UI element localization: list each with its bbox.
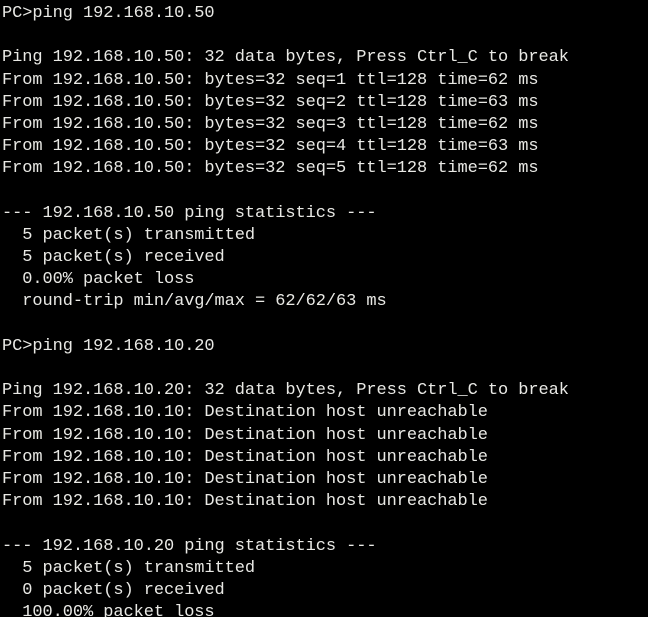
terminal-statistics-line: 5 packet(s) transmitted (2, 558, 256, 578)
terminal-reply-line: From 192.168.10.50: bytes=32 seq=3 ttl=1… (2, 114, 539, 134)
terminal-statistics-header: --- 192.168.10.50 ping statistics --- (2, 203, 377, 223)
terminal-ping-header-line: Ping 192.168.10.50: 32 data bytes, Press… (2, 48, 569, 68)
terminal-prompt-line: PC>ping 192.168.10.50 (2, 4, 215, 23)
terminal-reply-line: From 192.168.10.10: Destination host unr… (2, 469, 488, 489)
terminal-reply-line: From 192.168.10.50: bytes=32 seq=5 ttl=1… (2, 159, 539, 179)
terminal-statistics-header: --- 192.168.10.20 ping statistics --- (2, 536, 377, 556)
terminal-reply-line: From 192.168.10.10: Destination host unr… (2, 425, 488, 445)
terminal-statistics-line: 0 packet(s) received (2, 580, 225, 600)
terminal-reply-line: From 192.168.10.10: Destination host unr… (2, 447, 488, 467)
terminal-ping-header-line: Ping 192.168.10.20: 32 data bytes, Press… (2, 381, 569, 401)
terminal-console[interactable]: PC>ping 192.168.10.50 Ping 192.168.10.50… (0, 0, 648, 617)
terminal-reply-line: From 192.168.10.10: Destination host unr… (2, 403, 488, 423)
terminal-statistics-line: 5 packet(s) received (2, 248, 225, 268)
terminal-reply-line: From 192.168.10.50: bytes=32 seq=4 ttl=1… (2, 137, 539, 157)
terminal-prompt-line: PC>ping 192.168.10.20 (2, 336, 215, 356)
terminal-reply-line: From 192.168.10.50: bytes=32 seq=2 ttl=1… (2, 92, 539, 112)
terminal-statistics-line: 5 packet(s) transmitted (2, 225, 256, 245)
terminal-statistics-line: 0.00% packet loss (2, 270, 195, 290)
terminal-statistics-line: round-trip min/avg/max = 62/62/63 ms (2, 292, 387, 312)
terminal-reply-line: From 192.168.10.10: Destination host unr… (2, 492, 488, 512)
terminal-reply-line: From 192.168.10.50: bytes=32 seq=1 ttl=1… (2, 70, 539, 90)
terminal-statistics-line: 100.00% packet loss (2, 603, 215, 617)
